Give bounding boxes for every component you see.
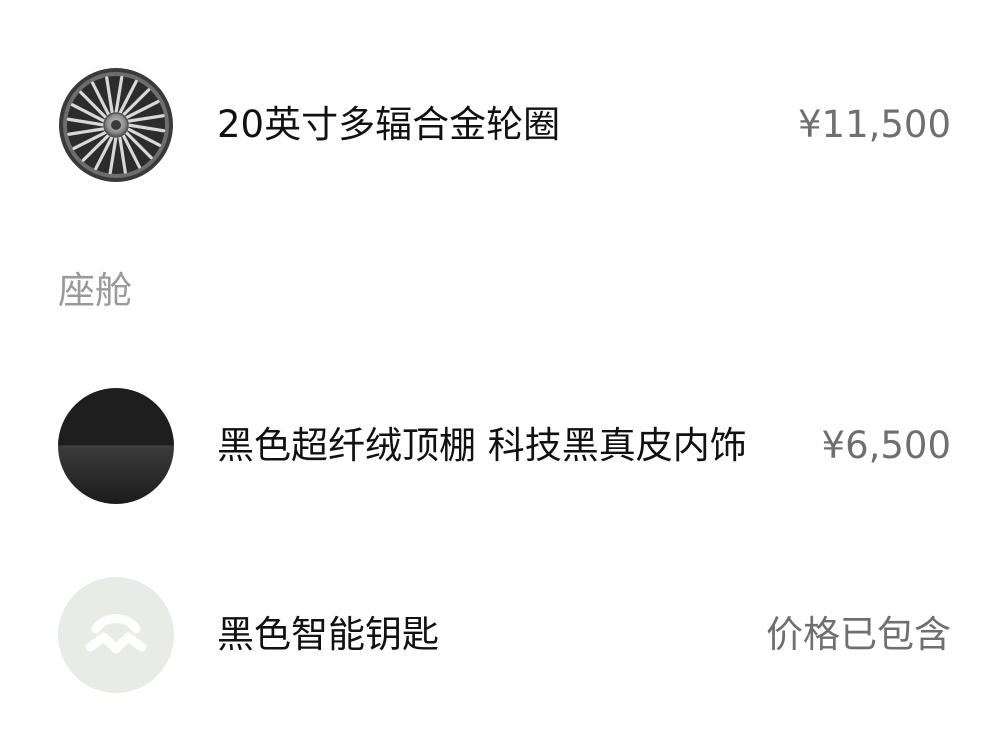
- interior-swatch-icon: [58, 388, 174, 504]
- option-title: 黑色超纤绒顶棚 科技黑真皮内饰: [217, 424, 747, 467]
- option-price: ¥6,500: [821, 424, 951, 467]
- option-row-interior[interactable]: 黑色超纤绒顶棚 科技黑真皮内饰 ¥6,500: [0, 386, 1008, 506]
- option-price-included: 价格已包含: [766, 613, 951, 656]
- alloy-wheel-icon: [58, 67, 174, 183]
- options-list-page: 20英寸多辐合金轮圈 ¥11,500 座舱 黑色超纤绒顶棚 科技黑真皮内饰 ¥6…: [0, 0, 1008, 756]
- option-price: ¥11,500: [797, 103, 951, 146]
- section-label-cabin: 座舱: [58, 269, 132, 312]
- option-title: 20英寸多辐合金轮圈: [217, 103, 561, 146]
- option-title: 黑色智能钥匙: [217, 613, 439, 656]
- option-row-wheel[interactable]: 20英寸多辐合金轮圈 ¥11,500: [0, 65, 1008, 185]
- smart-key-icon: [58, 577, 174, 693]
- option-row-key[interactable]: 黑色智能钥匙 价格已包含: [0, 575, 1008, 695]
